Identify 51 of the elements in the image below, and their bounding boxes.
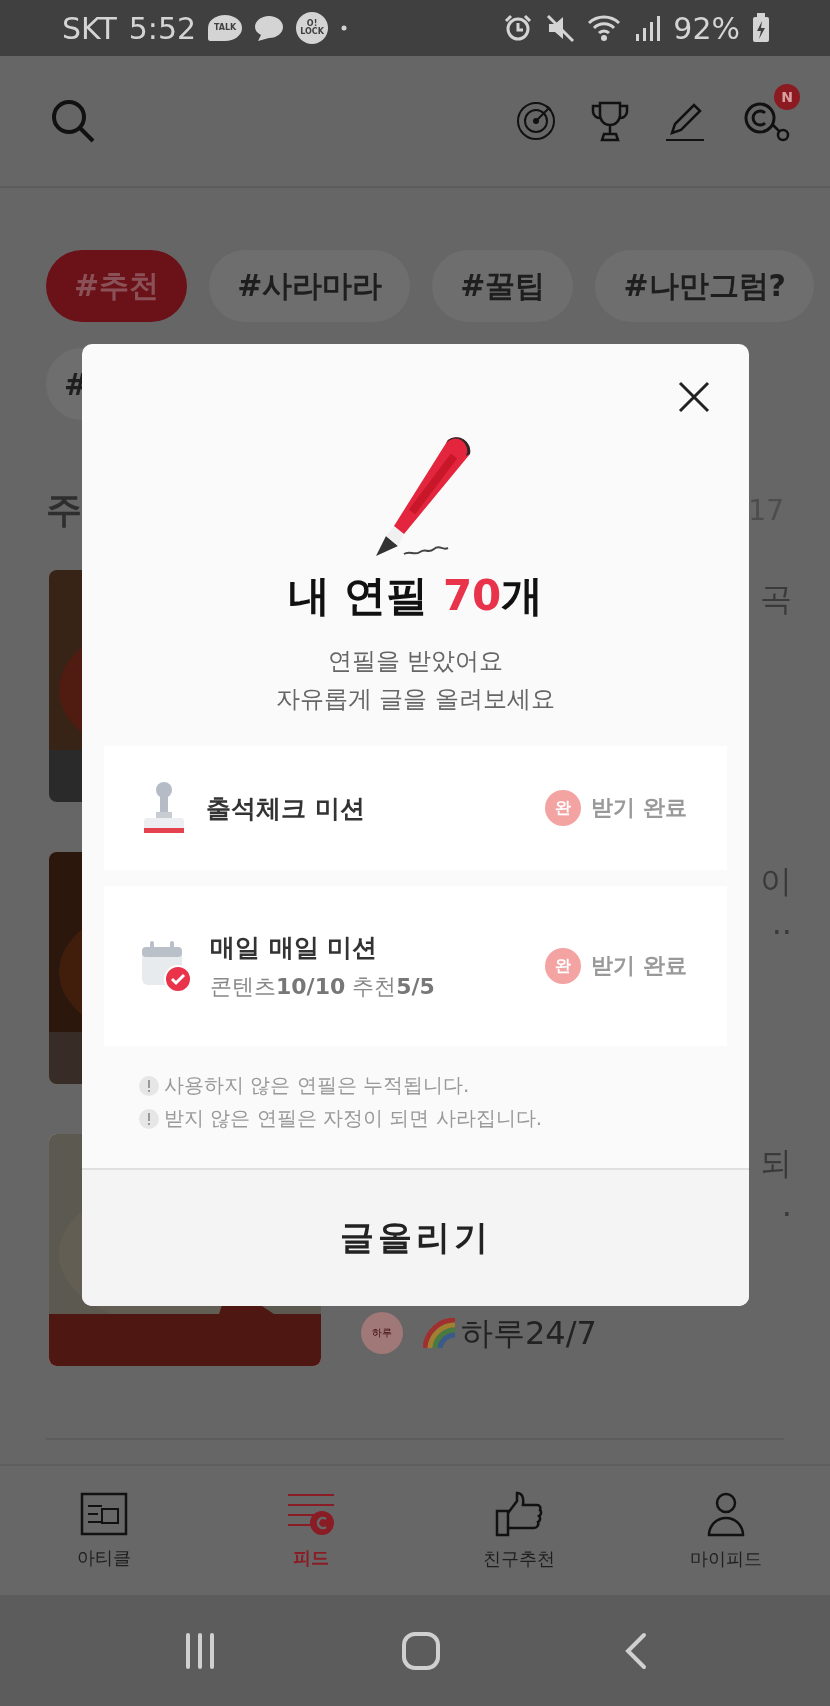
complete-badge: 완 (545, 948, 582, 984)
nav-tab[interactable]: 마이피드 (622, 1466, 830, 1595)
hashtag-chip[interactable]: #추천 (46, 250, 188, 322)
hashtag-chip[interactable]: #사라마라 (209, 250, 411, 322)
signal-icon (635, 14, 662, 42)
hashtag-chip[interactable]: #꿀팁 (432, 250, 574, 322)
section-title: 주 (46, 487, 82, 532)
author-name: 하루24/7 (461, 1313, 597, 1354)
modal-message: 자유롭게 글을 올려보세요 (274, 684, 557, 715)
mission-status: 받기 완료 (591, 794, 687, 822)
feed-icon (286, 1491, 337, 1536)
hashtag-chip[interactable]: #나만그럼? (595, 250, 814, 322)
search-icon[interactable] (50, 98, 96, 144)
battery-charging-icon (752, 13, 770, 43)
write-post-button[interactable]: 글올리기 (82, 1168, 749, 1306)
note-text: 받지 않은 연필은 자정이 되면 사라집니다. (164, 1105, 543, 1132)
thumbs-up-icon (494, 1490, 543, 1537)
person-icon (706, 1490, 747, 1537)
clock-time: 5:52 (128, 10, 197, 46)
mission-title: 매일 매일 미션 (210, 931, 379, 964)
mission-title: 출석체크 미션 (206, 792, 366, 825)
chat-bubble-icon (254, 14, 285, 42)
post-title-fragment: . (781, 1185, 792, 1226)
home-icon[interactable] (401, 1630, 441, 1671)
back-icon[interactable] (624, 1631, 649, 1670)
mute-icon (545, 13, 576, 43)
trophy-icon[interactable] (590, 100, 630, 142)
nav-tab[interactable]: 피드 (207, 1466, 415, 1595)
target-icon[interactable] (516, 101, 556, 141)
newspaper-icon (79, 1491, 128, 1536)
alarm-icon (503, 13, 534, 43)
battery-percent: 92% (673, 10, 740, 46)
info-icon (138, 1107, 160, 1130)
rainbow-icon (423, 1318, 457, 1348)
info-icon (138, 1074, 160, 1097)
talk-notification-icon: TALK (208, 15, 243, 41)
modal-title: 내 연필 70개 (286, 570, 545, 622)
modal-message: 연필을 받았어요 (326, 646, 505, 677)
complete-badge: 완 (545, 790, 582, 826)
nav-tab[interactable]: 아티클 (0, 1466, 208, 1595)
carrier-name: SKT (62, 10, 117, 46)
note-text: 사용하지 않은 연필은 누적됩니다. (164, 1072, 470, 1099)
more-notifications-icon (340, 24, 349, 32)
mission-status: 받기 완료 (591, 952, 687, 980)
new-badge: N (774, 84, 800, 110)
close-button[interactable] (677, 380, 711, 414)
author-avatar: 하루 (361, 1312, 403, 1354)
nav-tab[interactable]: 친구추천 (415, 1466, 623, 1595)
lock-notification-icon: O! LOCK (296, 12, 329, 44)
calendar-check-icon (140, 939, 192, 993)
post-title-fragment: .. (771, 903, 792, 944)
